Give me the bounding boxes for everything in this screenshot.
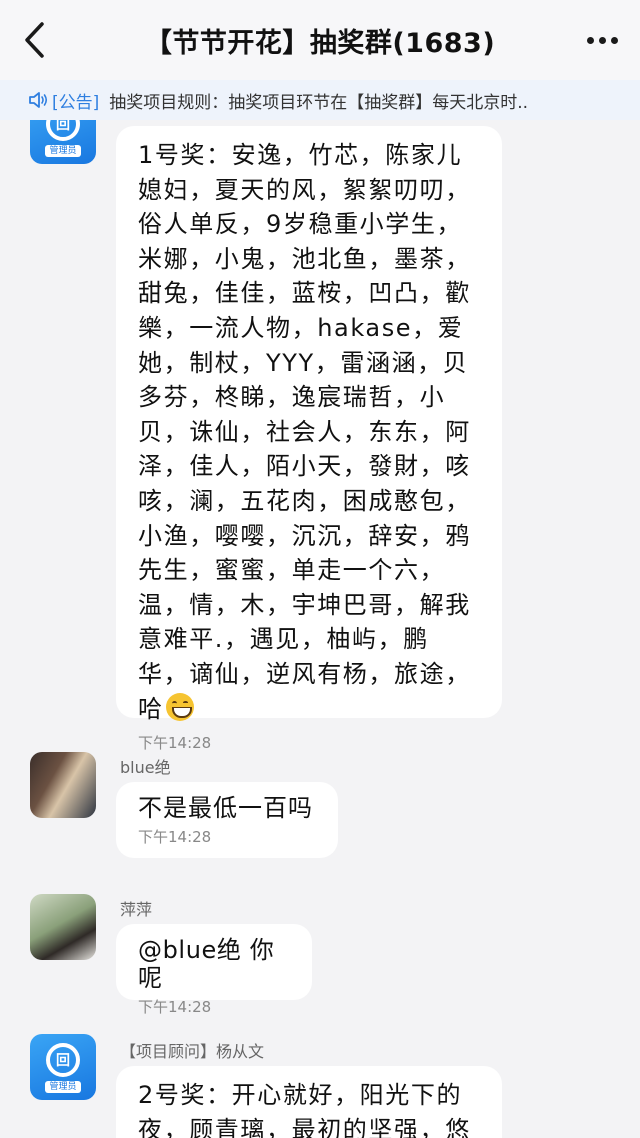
message-text: 2号奖：开心就好，阳光下的夜，顾青璃，最初的坚强，悠 — [138, 1081, 471, 1138]
sender-name: 萍萍 — [120, 900, 153, 919]
message-time: 下午14:28 — [138, 734, 212, 753]
avatar[interactable]: 回 管理员 — [30, 1034, 96, 1100]
more-dot — [598, 36, 606, 44]
avatar[interactable] — [30, 752, 96, 818]
announcement-tag: [公告] — [52, 92, 100, 113]
top-bar: 【节节开花】抽奖群(1683) — [0, 0, 640, 80]
more-dot — [610, 36, 618, 44]
message-time: 下午14:28 — [138, 998, 212, 1016]
avatar[interactable]: 回 管理员 — [30, 120, 96, 164]
admin-label: 管理员 — [45, 145, 81, 157]
message-text: 不是最低一百吗 — [138, 794, 313, 822]
more-dot — [586, 36, 594, 44]
chat-area[interactable]: 回 管理员 1号奖：安逸，竹芯，陈家儿媳妇，夏天的风，絮絮叨叨，俗人单反，9岁稳… — [0, 120, 640, 1138]
more-button[interactable] — [580, 20, 624, 60]
announcement-text: 抽奖项目规则：抽奖项目环节在【抽奖群】每天北京时.. — [109, 92, 529, 113]
admin-badge-icon: 回 — [46, 120, 80, 141]
back-button[interactable] — [22, 18, 62, 62]
page-title: 【节节开花】抽奖群(1683) — [144, 27, 496, 59]
message-bubble[interactable]: 不是最低一百吗 下午14:28 — [116, 782, 338, 858]
message-text-content: 1号奖：安逸，竹芯，陈家儿媳妇，夏天的风，絮絮叨叨，俗人单反，9岁稳重小学生，米… — [138, 141, 471, 723]
sender-name: blue绝 — [120, 758, 171, 777]
admin-badge-icon: 回 — [46, 1043, 80, 1077]
message-text: 1号奖：安逸，竹芯，陈家儿媳妇，夏天的风，絮絮叨叨，俗人单反，9岁稳重小学生，米… — [138, 138, 480, 726]
message-text: @blue绝 你呢 — [138, 936, 275, 992]
message-bubble[interactable]: @blue绝 你呢 下午14:28 — [116, 924, 312, 1016]
sender-name: 【项目顾问】杨从文 — [120, 1042, 265, 1061]
message-time: 下午14:28 — [138, 828, 212, 846]
announcement-bar[interactable]: [公告] 抽奖项目规则：抽奖项目环节在【抽奖群】每天北京时.. — [0, 80, 640, 120]
grinning-face-emoji — [165, 692, 194, 721]
message-bubble[interactable]: 1号奖：安逸，竹芯，陈家儿媳妇，夏天的风，絮絮叨叨，俗人单反，9岁稳重小学生，米… — [116, 126, 502, 752]
admin-label: 管理员 — [45, 1081, 81, 1093]
chevron-left-icon — [25, 22, 44, 58]
avatar[interactable] — [30, 894, 96, 960]
speaker-icon — [29, 92, 48, 108]
message-bubble[interactable]: 2号奖：开心就好，阳光下的夜，顾青璃，最初的坚强，悠 — [116, 1066, 502, 1138]
